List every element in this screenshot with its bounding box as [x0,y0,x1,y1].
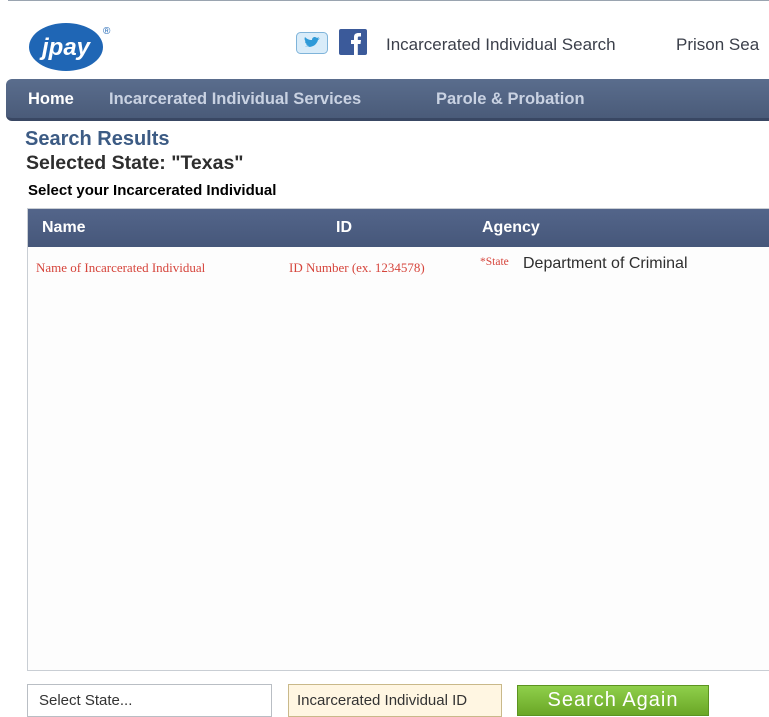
site-header: jpay ® Incarcerated Individual Search Pr… [0,8,769,80]
header-link-prison-search[interactable]: Prison Sea [676,35,759,55]
facebook-icon[interactable] [339,29,367,55]
nav-item-parole[interactable]: Parole & Probation [436,90,585,109]
table-header: Name ID Agency [28,209,769,247]
column-header-agency[interactable]: Agency [482,219,540,237]
logo-text: jpay [39,34,92,61]
state-select[interactable]: Select State... [27,684,272,717]
cell-name: Name of Incarcerated Individual [36,260,206,275]
column-header-name[interactable]: Name [42,219,86,237]
jpay-logo[interactable]: jpay [28,18,104,72]
main-nav: Home Incarcerated Individual Services Pa… [6,79,769,121]
individual-id-input[interactable]: Incarcerated Individual ID [288,684,502,717]
cell-agency: Department of Criminal [523,255,688,272]
results-table: Name ID Agency Name of Incarcerated Indi… [27,208,769,671]
page-title: Search Results [25,128,170,150]
header-link-incarcerated-search[interactable]: Incarcerated Individual Search [386,35,616,55]
twitter-icon[interactable] [296,32,328,54]
search-again-button[interactable]: Search Again [517,685,709,716]
instruction-text: Select your Incarcerated Individual [28,182,277,199]
selected-state-heading: Selected State: "Texas" [26,152,244,174]
table-row[interactable]: Name of Incarcerated Individual ID Numbe… [28,247,769,287]
nav-item-home[interactable]: Home [28,90,74,109]
cell-id: ID Number (ex. 1234578) [289,260,425,275]
column-header-id[interactable]: ID [336,219,352,237]
cell-state-prefix: *State [480,256,509,268]
top-divider [8,0,769,8]
nav-item-services[interactable]: Incarcerated Individual Services [109,90,361,109]
registered-mark: ® [103,26,111,37]
